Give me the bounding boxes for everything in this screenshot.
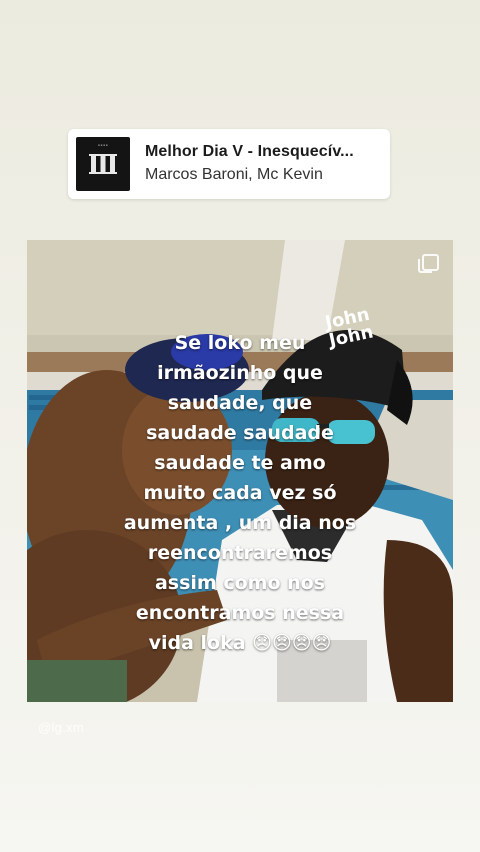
caption-line: aumenta , um dia nos xyxy=(123,512,357,534)
caption-line: saudade, que xyxy=(167,392,313,414)
caption-line: vida loka 😞😞😞😞 xyxy=(148,632,332,654)
track-artist: Marcos Baroni, Mc Kevin xyxy=(145,166,323,183)
track-title: Melhor Dia V - Inesquecív... xyxy=(145,143,354,160)
cap-logo-text: John John xyxy=(323,304,375,351)
album-art: ■ ■ ■ ■ xyxy=(76,137,130,191)
caption-line: encontramos nessa xyxy=(135,602,345,624)
username-watermark: @lg.xm xyxy=(38,720,85,735)
roman-numeral-v-album-art-icon xyxy=(89,154,117,174)
copy-icon[interactable] xyxy=(418,254,439,273)
post-caption: Se loko meu irmãozinho que saudade, que … xyxy=(27,328,453,658)
caption-line: saudade te amo xyxy=(154,452,326,474)
caption-line: reencontraremos xyxy=(147,542,333,564)
post-photo[interactable]: Se loko meu irmãozinho que saudade, que … xyxy=(27,240,453,702)
album-art-text: ■ ■ ■ ■ xyxy=(98,143,108,147)
music-sticker[interactable]: ■ ■ ■ ■ Melhor Dia V - Inesquecív... Mar… xyxy=(68,129,390,199)
caption-line: muito cada vez só xyxy=(143,482,337,504)
caption-line: irmãozinho que xyxy=(157,362,323,384)
caption-line: saudade saudade xyxy=(146,422,334,444)
caption-line: assim como nos xyxy=(154,572,326,594)
